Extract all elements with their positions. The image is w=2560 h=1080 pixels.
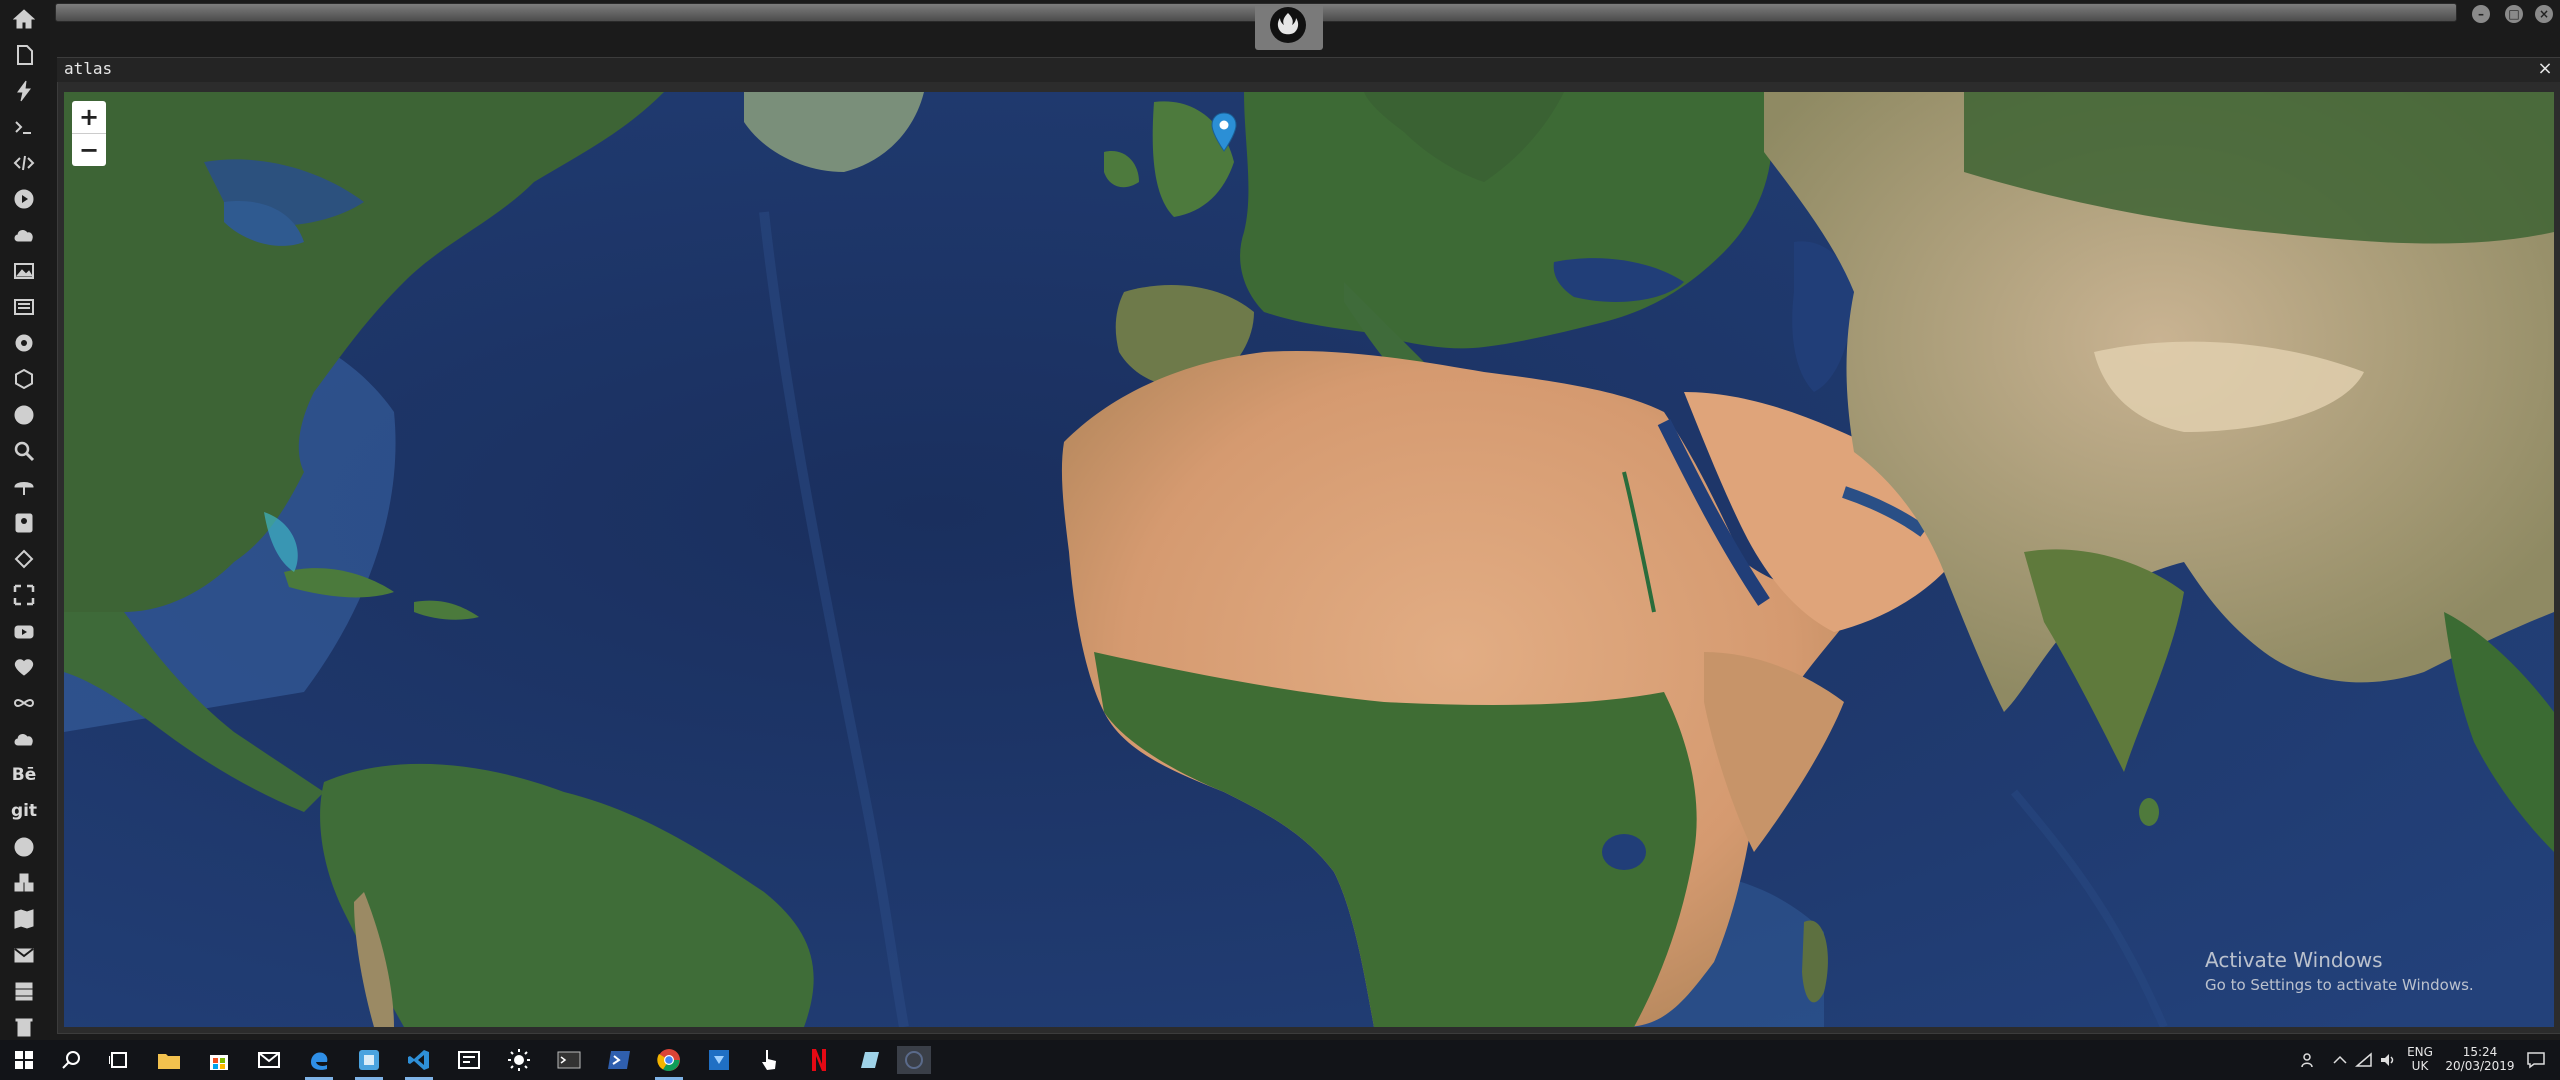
store-icon[interactable] (205, 1046, 233, 1074)
terminal-icon[interactable] (9, 112, 39, 142)
chrome-icon[interactable] (655, 1046, 683, 1074)
app-icon[interactable] (355, 1046, 383, 1074)
notes-icon[interactable] (855, 1046, 883, 1074)
trash-icon[interactable] (9, 1012, 39, 1042)
server-icon[interactable] (9, 976, 39, 1006)
watermark-subtitle: Go to Settings to activate Windows. (2205, 976, 2474, 994)
language-label: ENG (2407, 1045, 2433, 1059)
panel-title: atlas (64, 59, 113, 78)
close-button[interactable]: × (2535, 5, 2553, 23)
github-icon[interactable] (9, 832, 39, 862)
file-explorer-icon[interactable] (155, 1046, 183, 1074)
image-icon[interactable] (9, 256, 39, 286)
volume-icon[interactable] (2374, 1046, 2402, 1074)
clock[interactable]: 15:24 20/03/2019 (2440, 1045, 2520, 1073)
code-icon[interactable] (9, 148, 39, 178)
zoom-out-button[interactable]: − (72, 134, 106, 166)
task-view-icon[interactable] (105, 1046, 133, 1074)
contact-icon[interactable] (9, 508, 39, 538)
start-icon[interactable] (10, 1046, 38, 1074)
map-pin-icon[interactable] (1211, 112, 1237, 152)
maximize-button[interactable]: □ (2505, 5, 2523, 23)
hexagon-icon[interactable] (9, 364, 39, 394)
infinity-icon[interactable] (9, 688, 39, 718)
play-circle-icon[interactable] (9, 184, 39, 214)
diamond-icon[interactable] (9, 544, 39, 574)
search-icon[interactable] (9, 436, 39, 466)
git-label: git (10, 801, 38, 821)
map-icon[interactable] (9, 904, 39, 934)
cubes-icon[interactable] (9, 868, 39, 898)
mail-icon[interactable] (255, 1046, 283, 1074)
region-label: UK (2411, 1059, 2429, 1073)
file-icon[interactable] (9, 40, 39, 70)
gear-icon[interactable] (9, 328, 39, 358)
weather-icon[interactable] (505, 1046, 533, 1074)
search-icon[interactable] (58, 1046, 86, 1074)
panel-close-button[interactable]: × (2535, 58, 2555, 79)
panel-header (57, 58, 2560, 82)
edge-icon[interactable] (305, 1046, 333, 1074)
windows-taskbar (0, 1040, 2560, 1080)
youtube-icon[interactable] (9, 616, 39, 646)
behance-icon[interactable]: Bē (9, 760, 39, 790)
expand-icon[interactable] (9, 580, 39, 610)
umbrella-icon[interactable] (9, 472, 39, 502)
cloud-icon[interactable] (9, 724, 39, 754)
app-icon[interactable] (897, 1046, 931, 1074)
vscode-icon[interactable] (405, 1046, 433, 1074)
watermark-title: Activate Windows (2205, 948, 2383, 972)
netflix-icon[interactable] (805, 1046, 833, 1074)
clock-date: 20/03/2019 (2445, 1059, 2515, 1073)
globe-icon[interactable] (9, 400, 39, 430)
notifications-icon[interactable] (2522, 1046, 2550, 1074)
rebel-alliance-icon[interactable] (1270, 7, 1306, 43)
people-icon[interactable] (2295, 1046, 2323, 1074)
clock-time: 15:24 (2462, 1045, 2498, 1059)
home-icon[interactable] (9, 4, 39, 34)
heart-icon[interactable] (9, 652, 39, 682)
git-icon[interactable]: git (9, 796, 39, 826)
activate-windows-watermark: Activate Windows Go to Settings to activ… (2205, 948, 2474, 994)
remote-icon[interactable] (705, 1046, 733, 1074)
cloud-icon[interactable] (9, 220, 39, 250)
newspaper-icon[interactable] (9, 292, 39, 322)
behance-label: Bē (11, 765, 37, 785)
news-icon[interactable] (455, 1046, 483, 1074)
powershell-icon[interactable] (605, 1046, 633, 1074)
envelope-icon[interactable] (9, 940, 39, 970)
zoom-in-button[interactable]: + (72, 101, 106, 134)
app-sidebar: Bē git (0, 0, 50, 1040)
language-indicator[interactable]: ENG UK (2400, 1045, 2440, 1073)
pointer-icon[interactable] (755, 1046, 783, 1074)
minimize-button[interactable]: – (2472, 5, 2490, 23)
terminal-icon[interactable] (555, 1046, 583, 1074)
bolt-icon[interactable] (9, 76, 39, 106)
satellite-map[interactable] (64, 92, 2554, 1027)
